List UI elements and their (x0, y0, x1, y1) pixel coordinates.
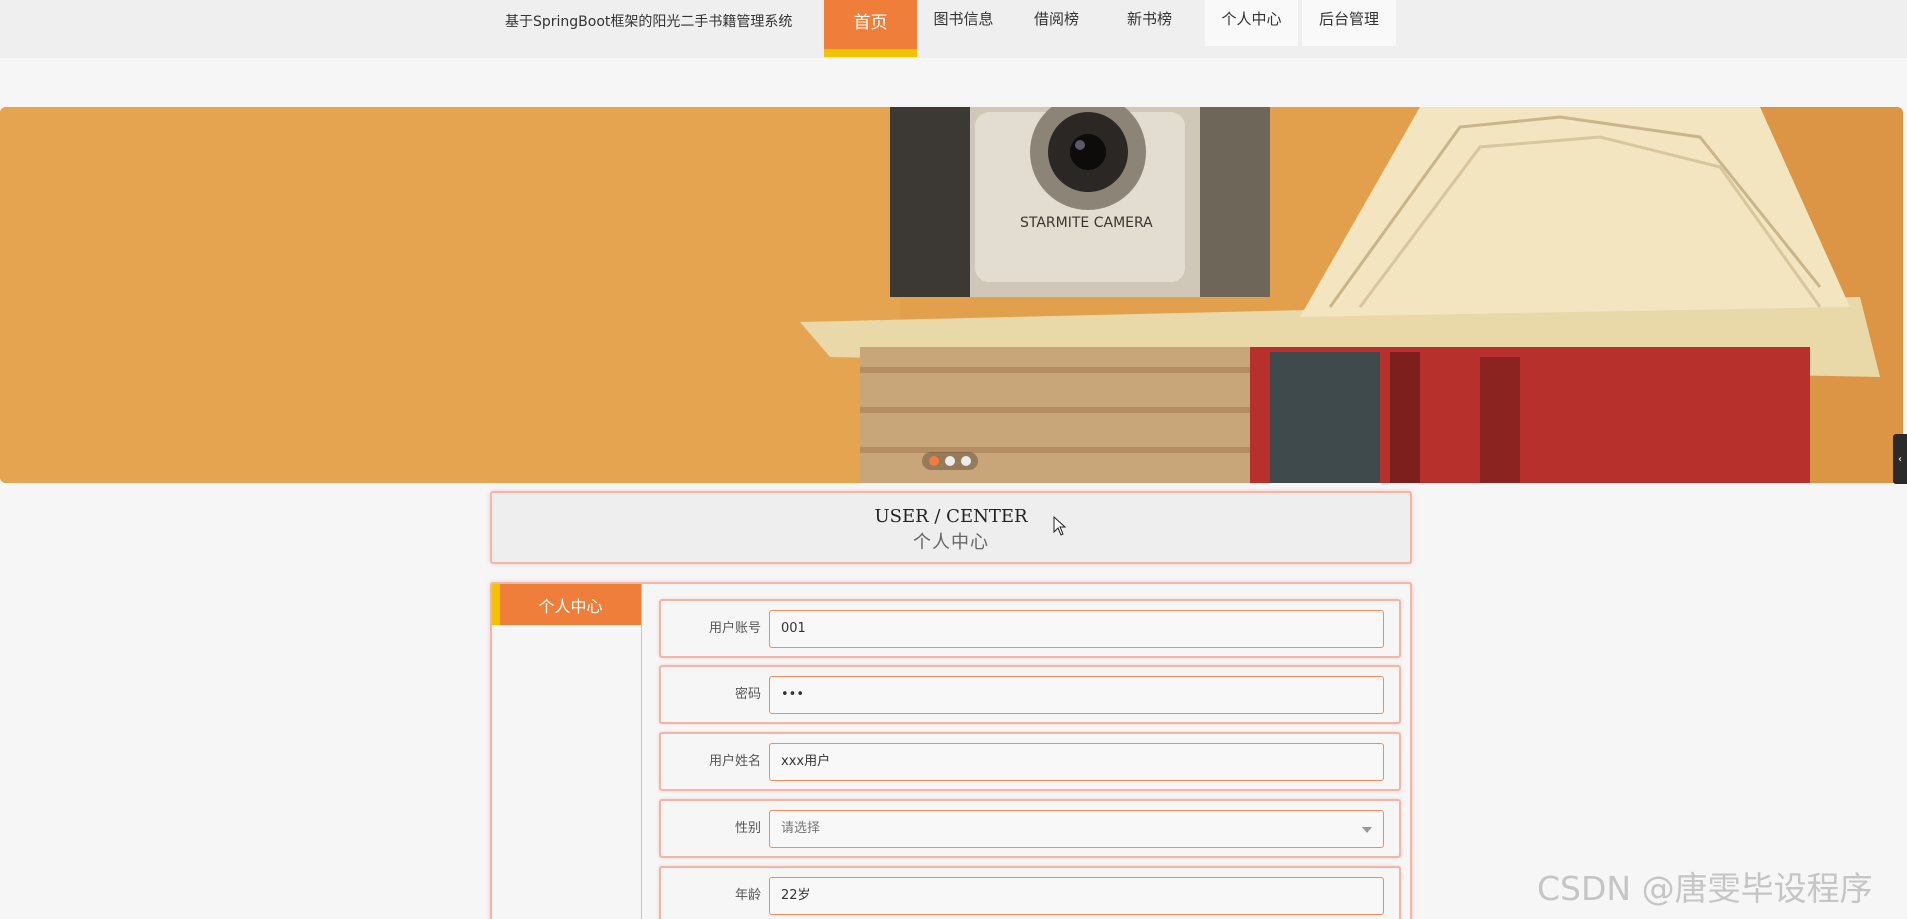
nav-new-books[interactable]: 新书榜 (1103, 0, 1196, 46)
age-input[interactable]: 22岁 (769, 877, 1384, 915)
carousel-dot-2[interactable] (945, 456, 955, 466)
carousel-dots (922, 452, 978, 470)
side-menu: 个人中心 (492, 584, 642, 919)
form-row-account: 用户账号 001 (659, 599, 1401, 658)
nav-book-info[interactable]: 图书信息 (917, 0, 1010, 46)
carousel-dot-3[interactable] (961, 456, 971, 466)
watermark-text: CSDN @唐雯毕设程序 (1537, 869, 1873, 908)
form-row-password: 密码 ••• (659, 665, 1401, 724)
form-row-age: 年龄 22岁 (659, 866, 1401, 919)
password-input[interactable]: ••• (769, 676, 1384, 714)
site-title: 基于SpringBoot框架的阳光二手书籍管理系统 (505, 14, 793, 30)
camera-brand-text: STARMITE CAMERA (1020, 215, 1153, 231)
nav-admin[interactable]: 后台管理 (1302, 0, 1396, 46)
top-header: 基于SpringBoot框架的阳光二手书籍管理系统 首页 图书信息 借阅榜 新书… (0, 0, 1907, 58)
form-row-name: 用户姓名 xxx用户 (659, 732, 1401, 791)
section-title-cn: 个人中心 (913, 532, 989, 553)
section-header: USER / CENTER 个人中心 (490, 491, 1412, 564)
age-label: 年龄 (734, 888, 761, 903)
side-menu-item-user-center[interactable]: 个人中心 (492, 584, 641, 625)
account-label: 用户账号 (708, 621, 761, 636)
nav-user-center[interactable]: 个人中心 (1205, 0, 1298, 46)
side-collapse-tab[interactable]: ‹ (1893, 434, 1907, 484)
nav-home[interactable]: 首页 (824, 0, 917, 57)
form-row-gender: 性别 请选择 (659, 799, 1401, 858)
chevron-down-icon (1362, 827, 1372, 833)
banner-carousel[interactable]: STARMITE CAMERA (0, 107, 1903, 483)
mouse-pointer-icon (1053, 516, 1067, 536)
section-title-en: USER / CENTER (874, 506, 1028, 527)
nav-borrow-ranking[interactable]: 借阅榜 (1010, 0, 1103, 46)
password-label: 密码 (734, 687, 761, 702)
banner-image: STARMITE CAMERA (0, 107, 1903, 483)
gender-select[interactable]: 请选择 (769, 810, 1384, 848)
user-center-panel: 个人中心 用户账号 001 密码 ••• 用户姓名 xxx用户 性别 请选择 年… (490, 582, 1412, 919)
name-label: 用户姓名 (708, 754, 761, 769)
name-input[interactable]: xxx用户 (769, 743, 1384, 781)
gender-select-placeholder: 请选择 (781, 821, 821, 836)
chevron-left-icon: ‹ (1898, 453, 1902, 465)
carousel-dot-1[interactable] (929, 456, 939, 466)
account-input[interactable]: 001 (769, 610, 1384, 648)
gender-label: 性别 (734, 821, 761, 836)
